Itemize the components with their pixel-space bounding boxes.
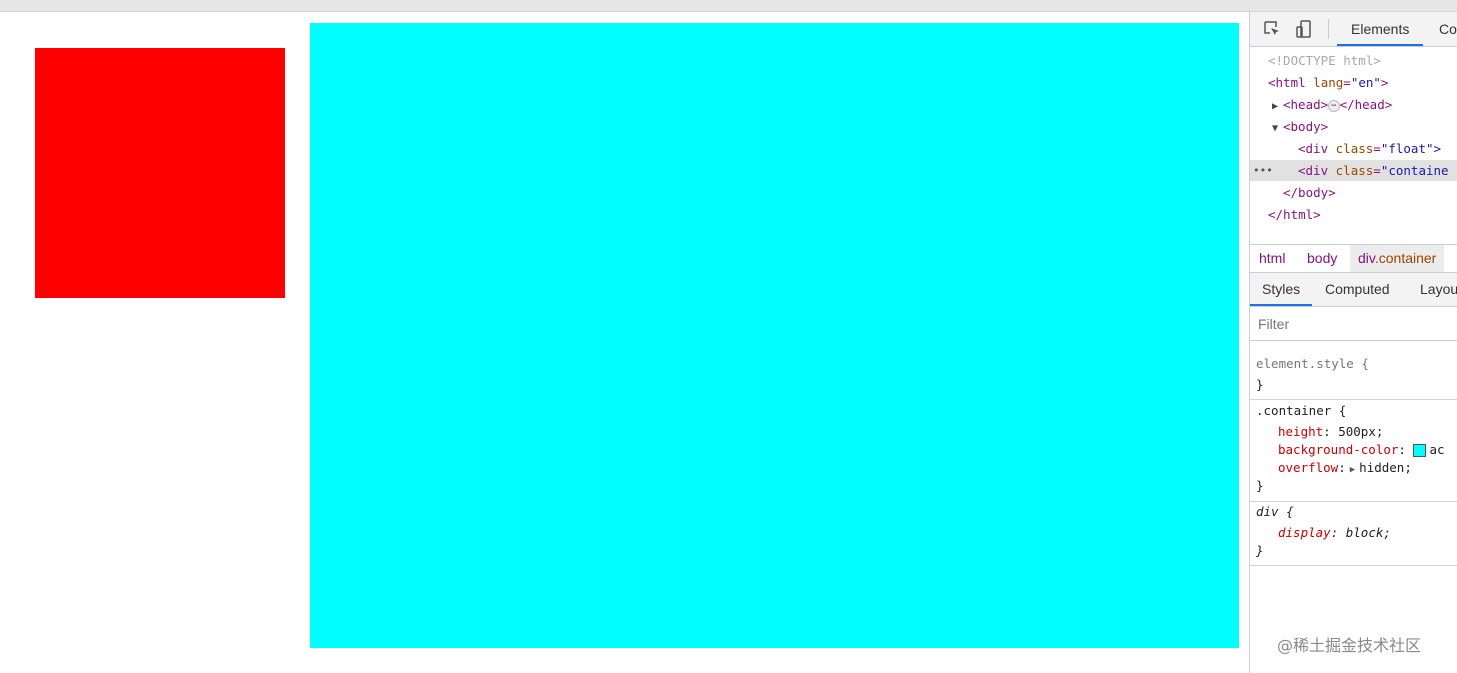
rule-close-brace: } bbox=[1256, 543, 1264, 558]
dom-line-doctype[interactable]: <!DOCTYPE html> bbox=[1250, 50, 1457, 71]
rule-close-brace: } bbox=[1256, 478, 1264, 493]
filter-bar bbox=[1250, 307, 1457, 341]
dom-line-container-div[interactable]: ••• <div class="containe bbox=[1250, 160, 1457, 181]
dom-line-float-div[interactable]: <div class="float"> bbox=[1250, 138, 1457, 159]
container-selector: .container { bbox=[1256, 403, 1347, 418]
div-float-class-value: "float"> bbox=[1380, 141, 1442, 156]
rule-close-brace: } bbox=[1256, 377, 1264, 392]
display-value: block; bbox=[1345, 525, 1391, 540]
tab-computed[interactable]: Computed bbox=[1325, 273, 1390, 306]
styles-subtabs: Styles Computed Layou bbox=[1250, 273, 1457, 307]
dom-tree: <!DOCTYPE html> <html lang="en"> ▶ <head>… bbox=[1250, 49, 1457, 245]
html-tag: <html bbox=[1268, 75, 1306, 90]
div-user-agent-rule[interactable]: div { display: block; } bbox=[1250, 502, 1457, 566]
div-container-tag: <div bbox=[1298, 163, 1329, 178]
overflow-declaration[interactable]: overflow: ▶ hidden; bbox=[1278, 459, 1412, 477]
dom-line-html-close[interactable]: </html> bbox=[1250, 204, 1457, 225]
page-viewport bbox=[0, 12, 1249, 673]
background-color-value: ac bbox=[1429, 442, 1445, 457]
display-property: display bbox=[1278, 525, 1331, 540]
devtools-toolbar: Elements Co bbox=[1250, 12, 1457, 47]
expand-triangle-icon[interactable]: ▶ bbox=[1346, 465, 1359, 475]
display-declaration[interactable]: display: block; bbox=[1278, 524, 1391, 542]
overflow-property: overflow bbox=[1278, 460, 1339, 475]
body-close-tag: </body> bbox=[1283, 185, 1336, 200]
dom-line-body[interactable]: ▼ <body> bbox=[1250, 116, 1457, 137]
html-lang-attr: lang bbox=[1313, 75, 1344, 90]
collapse-triangle-icon[interactable]: ▼ bbox=[1272, 118, 1283, 137]
toolbar-separator bbox=[1328, 19, 1329, 39]
breadcrumb-html[interactable]: html bbox=[1259, 245, 1285, 272]
tab-console[interactable]: Co bbox=[1439, 12, 1457, 46]
dom-line-body-close[interactable]: </body> bbox=[1250, 182, 1457, 203]
more-options-icon[interactable]: ••• bbox=[1253, 160, 1273, 181]
doctype-text: <!DOCTYPE html> bbox=[1268, 53, 1381, 68]
div-container-class-attr: class bbox=[1335, 163, 1374, 178]
head-open-tag: <head> bbox=[1283, 97, 1329, 112]
inspect-element-icon[interactable] bbox=[1260, 18, 1284, 40]
devtools-panel: Elements Co <!DOCTYPE html> <html lang="… bbox=[1249, 12, 1457, 673]
background-color-property: background-color bbox=[1278, 442, 1399, 457]
div-selector: div { bbox=[1256, 504, 1294, 519]
tab-elements[interactable]: Elements bbox=[1337, 12, 1424, 46]
ellipsis-icon[interactable]: ⋯ bbox=[1328, 99, 1340, 112]
breadcrumb-current-class: .container bbox=[1374, 250, 1437, 266]
color-swatch-icon[interactable] bbox=[1413, 444, 1427, 457]
overflow-value: hidden; bbox=[1359, 460, 1412, 475]
body-open-tag: <body> bbox=[1283, 119, 1329, 134]
height-value: 500px; bbox=[1338, 424, 1384, 439]
height-declaration[interactable]: height: 500px; bbox=[1278, 423, 1383, 441]
breadcrumb-current-tag: div bbox=[1358, 250, 1375, 266]
div-float-tag: <div bbox=[1298, 141, 1329, 156]
container-div[interactable] bbox=[310, 23, 1239, 648]
breadcrumb-div-container[interactable]: div.container bbox=[1350, 245, 1445, 272]
height-property: height bbox=[1278, 424, 1324, 439]
tab-layout[interactable]: Layou bbox=[1420, 273, 1457, 306]
device-toolbar-icon[interactable] bbox=[1292, 18, 1316, 40]
breadcrumb: html body div.container bbox=[1250, 244, 1457, 273]
element-style-selector: element.style { bbox=[1256, 356, 1369, 371]
float-div[interactable] bbox=[35, 48, 285, 298]
html-close-tag: </html> bbox=[1268, 207, 1321, 222]
background-color-declaration[interactable]: background-color: ac bbox=[1278, 441, 1445, 459]
expand-triangle-icon[interactable]: ▶ bbox=[1272, 96, 1283, 115]
tab-styles[interactable]: Styles bbox=[1250, 273, 1313, 306]
div-float-class-attr: class bbox=[1335, 141, 1374, 156]
breadcrumb-body[interactable]: body bbox=[1307, 245, 1337, 272]
div-container-class-value: "containe bbox=[1380, 163, 1449, 178]
browser-top-bar bbox=[0, 0, 1457, 12]
element-style-rule[interactable]: element.style { } bbox=[1250, 341, 1457, 400]
styles-filter-input[interactable] bbox=[1252, 311, 1456, 336]
head-close-tag: </head> bbox=[1339, 97, 1393, 112]
dom-line-html[interactable]: <html lang="en"> bbox=[1250, 72, 1457, 93]
dom-line-head[interactable]: ▶ <head> ⋯ </head> bbox=[1250, 94, 1457, 115]
html-lang-value: "en" bbox=[1350, 75, 1381, 90]
watermark: @稀土掘金技术社区 bbox=[1277, 636, 1422, 655]
container-rule[interactable]: .container { height: 500px; background-c… bbox=[1250, 400, 1457, 502]
